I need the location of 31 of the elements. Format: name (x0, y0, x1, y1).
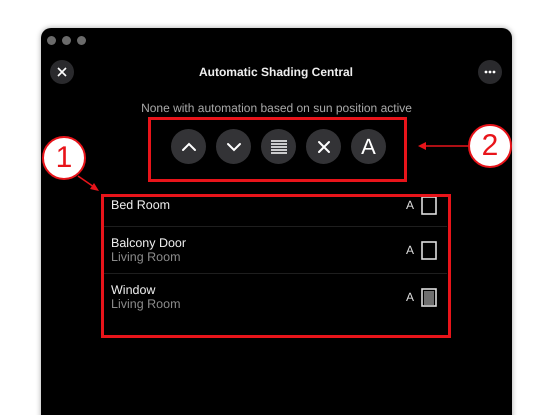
device-name: Bed Room (111, 198, 172, 212)
device-name: Window (111, 283, 156, 297)
device-name: Balcony Door (111, 236, 188, 250)
close-icon (57, 67, 67, 77)
shade-button[interactable] (261, 129, 296, 164)
status-text: None with automation based on sun position active (140, 101, 413, 115)
close-icon (316, 140, 330, 154)
window-control-dot[interactable] (77, 36, 86, 45)
open-blind-icon[interactable] (421, 240, 437, 260)
stop-button[interactable] (306, 129, 341, 164)
auto-button[interactable]: A (351, 129, 386, 164)
callout-arrow (418, 142, 468, 150)
more-button[interactable] (478, 60, 502, 84)
mode-label: A (406, 290, 414, 304)
mode-label: A (406, 198, 414, 212)
up-button[interactable] (171, 129, 206, 164)
window-control-dot[interactable] (47, 36, 56, 45)
window-title: Automatic Shading Central (198, 65, 353, 79)
callout-arrow (78, 175, 99, 191)
room-name: Living Room (111, 297, 182, 311)
chevron-down-icon (226, 142, 242, 152)
chevron-up-icon (180, 142, 196, 152)
open-blind-icon[interactable] (421, 196, 437, 214)
mode-label: A (406, 243, 414, 257)
close-button[interactable] (50, 60, 74, 84)
down-button[interactable] (216, 129, 251, 164)
more-icon (484, 70, 496, 74)
closed-blind-icon[interactable] (421, 288, 437, 306)
shade-icon (270, 140, 288, 154)
room-name: Living Room (111, 250, 182, 264)
window-control-dot[interactable] (62, 36, 71, 45)
